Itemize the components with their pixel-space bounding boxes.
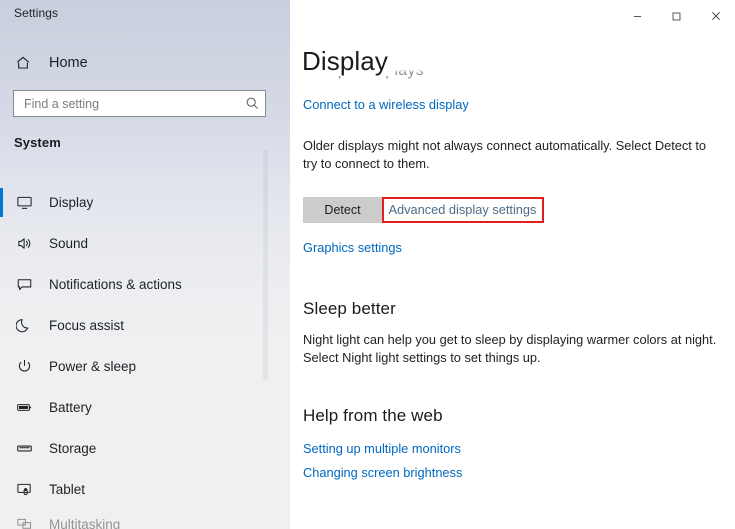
sleep-better-heading: Sleep better: [303, 299, 396, 318]
search-input[interactable]: [14, 91, 239, 116]
help-link-multiple-monitors[interactable]: Setting up multiple monitors: [303, 440, 461, 458]
notification-icon: [13, 275, 35, 295]
home-icon: [13, 53, 33, 73]
maximize-button[interactable]: [657, 0, 696, 32]
sleep-better-description: Night light can help you get to sleep by…: [303, 332, 717, 365]
help-link-screen-brightness[interactable]: Changing screen brightness: [303, 464, 462, 482]
sidebar-item-power-sleep-label: Power & sleep: [49, 359, 137, 374]
sidebar-item-power-sleep[interactable]: Power & sleep: [0, 346, 290, 387]
speaker-icon: [13, 234, 35, 254]
sidebar-item-multitasking[interactable]: Multitasking: [0, 510, 290, 529]
sidebar-nav-list: Display Sound Notifications & actions Fo…: [0, 182, 290, 529]
monitor-icon: [13, 193, 35, 213]
sidebar-item-tablet[interactable]: Tablet: [0, 469, 290, 510]
storage-icon: [13, 439, 35, 459]
battery-icon: [13, 398, 35, 418]
help-from-web-heading: Help from the web: [303, 406, 443, 425]
advanced-display-settings-link[interactable]: Advanced display settings: [386, 200, 538, 220]
sidebar-item-notifications-label: Notifications & actions: [49, 277, 182, 292]
sidebar-item-storage-label: Storage: [49, 441, 97, 456]
sidebar-item-battery-label: Battery: [49, 400, 92, 415]
connect-wireless-display-link[interactable]: Connect to a wireless display: [303, 96, 469, 114]
graphics-settings-link[interactable]: Graphics settings: [303, 239, 402, 257]
app-title: Settings: [14, 6, 59, 20]
page-title: Display: [302, 46, 394, 76]
sidebar-item-home-label: Home: [49, 55, 88, 71]
advanced-display-settings-wrapper: Advanced display settings: [382, 197, 545, 223]
sidebar-item-display[interactable]: Display: [0, 182, 290, 223]
multitasking-icon: [13, 514, 35, 529]
sidebar-item-sound-label: Sound: [49, 236, 89, 251]
sidebar-item-sound[interactable]: Sound: [0, 223, 290, 264]
moon-icon: [13, 316, 35, 336]
main-content: Multiple displays Display Connect to a w…: [290, 0, 735, 529]
window-controls: [618, 0, 735, 33]
sidebar-item-home[interactable]: Home: [0, 48, 290, 78]
settings-window: Settings Home System: [0, 0, 735, 529]
power-icon: [13, 357, 35, 377]
tablet-icon: [13, 480, 35, 500]
sidebar-item-multitasking-label: Multitasking: [49, 516, 121, 529]
search-icon[interactable]: [239, 91, 265, 116]
sidebar-item-focus-assist[interactable]: Focus assist: [0, 305, 290, 346]
close-button[interactable]: [696, 0, 735, 32]
minimize-button[interactable]: [618, 0, 657, 32]
sidebar-item-battery[interactable]: Battery: [0, 387, 290, 428]
sidebar-item-tablet-label: Tablet: [49, 482, 86, 497]
sidebar-item-notifications[interactable]: Notifications & actions: [0, 264, 290, 305]
search-box[interactable]: [13, 90, 266, 117]
display-settings-body: Connect to a wireless display Older disp…: [290, 96, 735, 482]
detect-description: Older displays might not always connect …: [303, 138, 707, 171]
sidebar-item-display-label: Display: [49, 195, 94, 210]
sidebar-section-label: System: [14, 135, 61, 150]
sidebar-item-focus-assist-label: Focus assist: [49, 318, 125, 333]
detect-button[interactable]: Detect: [303, 197, 382, 223]
sidebar: Settings Home System: [0, 0, 290, 529]
sidebar-item-storage[interactable]: Storage: [0, 428, 290, 469]
